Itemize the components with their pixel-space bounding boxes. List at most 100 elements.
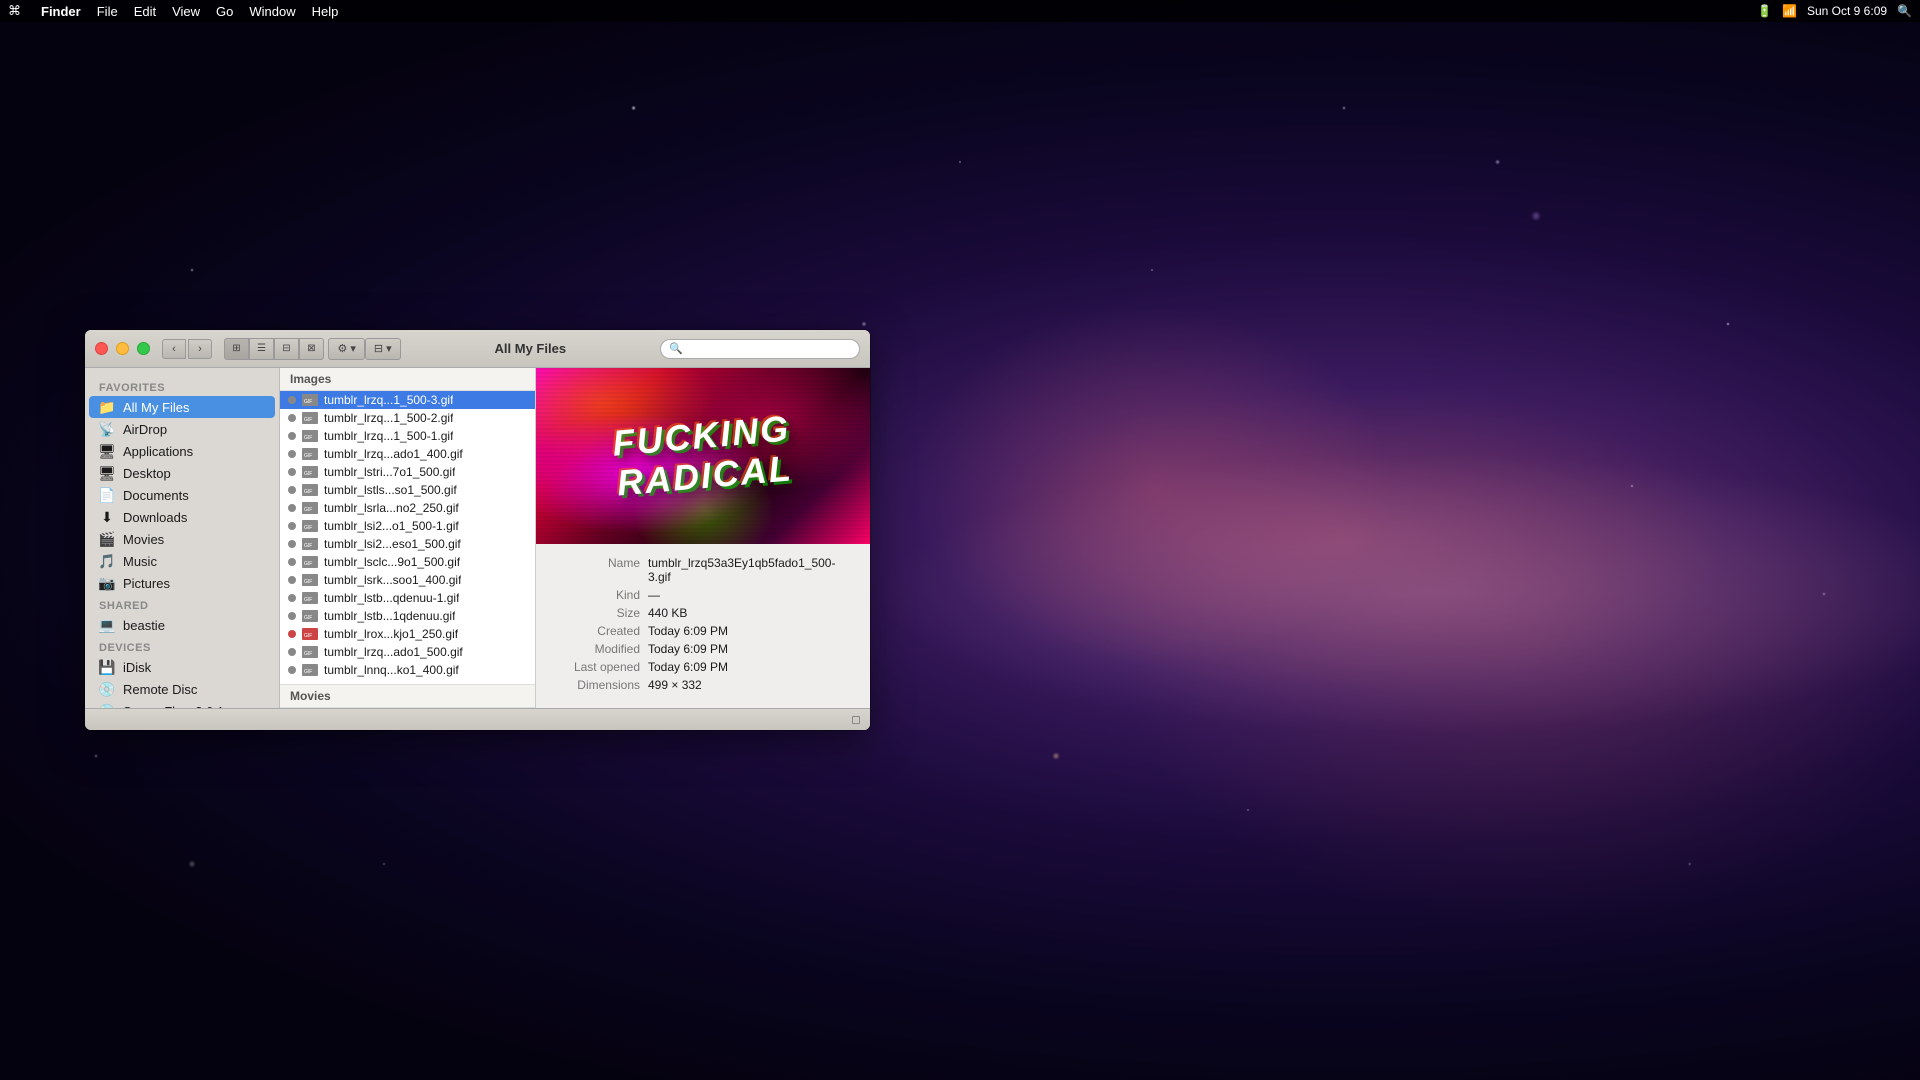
table-row[interactable]: GIFtumblr_lsi2...eso1_500.gif	[280, 535, 535, 553]
sidebar-item-pictures[interactable]: 📷 Pictures	[85, 572, 279, 594]
finder-window: ‹ › ⊞ ☰ ⊟ ⊠ ⚙ ▾ ⊟ ▾ All My Files 🔍	[85, 330, 870, 730]
svg-text:GIF: GIF	[304, 489, 312, 495]
info-row-lastopened: Last opened Today 6:09 PM	[550, 660, 856, 674]
file-color-dot	[288, 558, 296, 566]
maximize-button[interactable]	[137, 342, 150, 355]
file-name: tumblr_lrzq...1_500-1.gif	[324, 429, 453, 443]
table-row[interactable]: GIFtumblr_lstb...1qdenuu.gif	[280, 607, 535, 625]
table-row[interactable]: GIFtumblr_lsi2...o1_500-1.gif	[280, 517, 535, 535]
table-row[interactable]: GIFtumblr_lsclc...9o1_500.gif	[280, 553, 535, 571]
table-row[interactable]: GIFtumblr_lrzq...ado1_400.gif	[280, 445, 535, 463]
file-icon: GIF	[302, 574, 318, 586]
sidebar-item-screenflow[interactable]: 💿 ScreenFlow 3.0.1	[85, 700, 279, 708]
close-button[interactable]	[95, 342, 108, 355]
sidebar-item-pictures-label: Pictures	[123, 576, 170, 591]
sidebar-item-airdrop[interactable]: 📡 AirDrop	[85, 418, 279, 440]
table-row[interactable]: GIFtumblr_lr80...r8o1_500.gif	[280, 679, 535, 682]
sidebar: FAVORITES 📁 All My Files 📡 AirDrop 🖥 App…	[85, 368, 280, 708]
menubar-finder[interactable]: Finder	[41, 4, 81, 19]
svg-text:GIF: GIF	[304, 471, 312, 477]
file-icon: GIF	[302, 502, 318, 514]
sidebar-item-music[interactable]: 🎵 Music	[85, 550, 279, 572]
view-list-button[interactable]: ☰	[249, 338, 274, 360]
minimize-button[interactable]	[116, 342, 129, 355]
table-row[interactable]: GIFtumblr_lstri...7o1_500.gif	[280, 463, 535, 481]
table-row[interactable]: GIFtumblr_lrzq...1_500-1.gif	[280, 427, 535, 445]
sidebar-item-downloads[interactable]: ⬇ Downloads	[85, 506, 279, 528]
search-box[interactable]: 🔍	[660, 339, 860, 359]
arrange-button[interactable]: ⊟ ▾	[365, 338, 401, 360]
created-value: Today 6:09 PM	[648, 624, 856, 638]
menubar-go[interactable]: Go	[216, 4, 233, 19]
table-row[interactable]: GIFtumblr_lrox...kjo1_250.gif	[280, 625, 535, 643]
table-row[interactable]: GIFtumblr_lsrk...soo1_400.gif	[280, 571, 535, 589]
file-color-dot	[288, 630, 296, 638]
file-name: tumblr_lstb...qdenuu-1.gif	[324, 591, 459, 605]
view-buttons: ⊞ ☰ ⊟ ⊠	[224, 338, 324, 360]
menubar-window[interactable]: Window	[249, 4, 295, 19]
menubar-help[interactable]: Help	[312, 4, 339, 19]
svg-text:GIF: GIF	[304, 615, 312, 621]
menubar-edit[interactable]: Edit	[134, 4, 156, 19]
kind-value: —	[648, 588, 856, 602]
table-row[interactable]: GIFtumblr_lstls...so1_500.gif	[280, 481, 535, 499]
file-name: tumblr_lnnq...ko1_400.gif	[324, 663, 459, 677]
arrange-icon: ⊟	[374, 342, 383, 355]
view-cover-button[interactable]: ⊠	[299, 338, 324, 360]
svg-text:GIF: GIF	[304, 651, 312, 657]
file-color-dot	[288, 576, 296, 584]
sidebar-item-documents[interactable]: 📄 Documents	[85, 484, 279, 506]
file-name: tumblr_lsi2...eso1_500.gif	[324, 537, 461, 551]
file-icon: GIF	[302, 394, 318, 406]
table-row[interactable]: GIFtumblr_lrzq...1_500-2.gif	[280, 409, 535, 427]
forward-button[interactable]: ›	[188, 339, 212, 359]
back-button[interactable]: ‹	[162, 339, 186, 359]
view-icon-button[interactable]: ⊞	[224, 338, 249, 360]
devices-section-label: DEVICES	[85, 636, 279, 656]
downloads-icon: ⬇	[99, 509, 115, 525]
sidebar-item-movies[interactable]: 🎬 Movies	[85, 528, 279, 550]
table-row[interactable]: GIFtumblr_lnnq...ko1_400.gif	[280, 661, 535, 679]
action-arrow: ▾	[350, 342, 356, 355]
table-row[interactable]: GIF tumblr_lrzq...ado1_500.gif	[280, 643, 535, 661]
sidebar-item-downloads-label: Downloads	[123, 510, 187, 525]
finder-body: FAVORITES 📁 All My Files 📡 AirDrop 🖥 App…	[85, 368, 870, 708]
bottom-bar	[85, 708, 870, 730]
dimensions-value: 499 × 332	[648, 678, 856, 692]
sidebar-item-all-my-files[interactable]: 📁 All My Files	[89, 396, 275, 418]
view-column-button[interactable]: ⊟	[274, 338, 299, 360]
window-controls	[95, 342, 150, 355]
idisk-icon: 💾	[99, 659, 115, 675]
file-color-dot	[288, 396, 296, 404]
file-list[interactable]: GIFtumblr_lrzq...1_500-3.gifGIFtumblr_lr…	[280, 391, 535, 682]
menubar-right: 🔋 📶 Sun Oct 9 6:09 🔍	[1757, 4, 1912, 18]
titlebar: ‹ › ⊞ ☰ ⊟ ⊠ ⚙ ▾ ⊟ ▾ All My Files 🔍	[85, 330, 870, 368]
action-button[interactable]: ⚙ ▾	[328, 338, 364, 360]
sidebar-item-remote-disc[interactable]: 💿 Remote Disc	[85, 678, 279, 700]
movies-icon: 🎬	[99, 531, 115, 547]
file-color-dot	[288, 612, 296, 620]
file-name: tumblr_lsi2...o1_500-1.gif	[324, 519, 459, 533]
menubar-view[interactable]: View	[172, 4, 200, 19]
apple-menu[interactable]: ⌘	[8, 3, 21, 19]
sidebar-item-beastie[interactable]: 💻 beastie	[85, 614, 279, 636]
table-row[interactable]: GIFtumblr_lrzq...1_500-3.gif	[280, 391, 535, 409]
modified-label: Modified	[550, 642, 640, 656]
file-area: Images GIFtumblr_lrzq...1_500-3.gifGIFtu…	[280, 368, 535, 708]
menubar: ⌘ Finder File Edit View Go Window Help 🔋…	[0, 0, 1920, 22]
info-row-created: Created Today 6:09 PM	[550, 624, 856, 638]
sidebar-item-applications[interactable]: 🖥 Applications	[85, 440, 279, 462]
scroll-indicator[interactable]	[852, 716, 860, 724]
sidebar-item-remote-disc-label: Remote Disc	[123, 682, 197, 697]
sidebar-item-music-label: Music	[123, 554, 157, 569]
sidebar-item-airdrop-label: AirDrop	[123, 422, 167, 437]
table-row[interactable]: GIFtumblr_lsrla...no2_250.gif	[280, 499, 535, 517]
lastopened-value: Today 6:09 PM	[648, 660, 856, 674]
sidebar-item-idisk[interactable]: 💾 iDisk	[85, 656, 279, 678]
menubar-file[interactable]: File	[97, 4, 118, 19]
table-row[interactable]: GIFtumblr_lstb...qdenuu-1.gif	[280, 589, 535, 607]
sidebar-item-desktop[interactable]: 🖥 Desktop	[85, 462, 279, 484]
screen-icon: 🔍	[1897, 4, 1912, 18]
desktop: ⌘ Finder File Edit View Go Window Help 🔋…	[0, 0, 1920, 1080]
file-name: tumblr_lrzq...ado1_500.gif	[324, 645, 463, 659]
